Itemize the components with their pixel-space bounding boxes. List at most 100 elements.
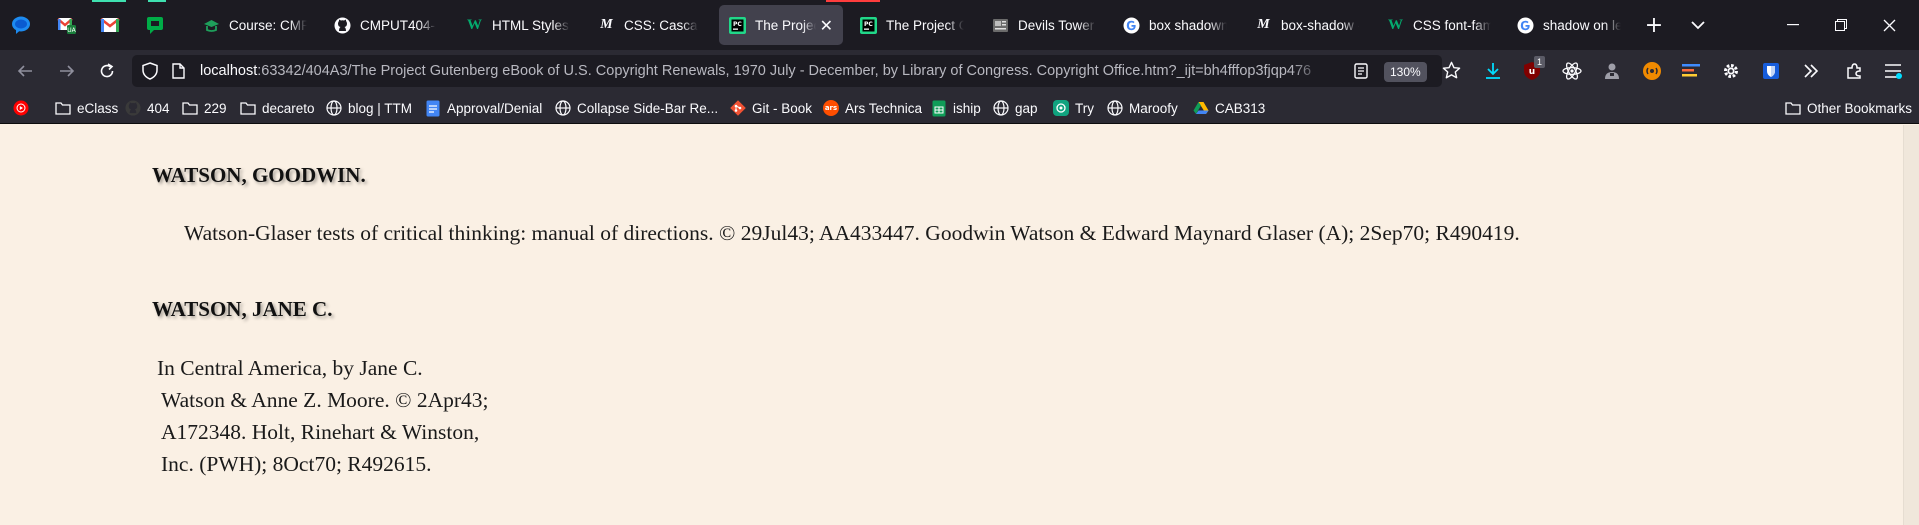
bookmark-star-icon[interactable] <box>1442 61 1461 80</box>
bookmark-decareto[interactable]: decareto <box>240 92 315 124</box>
entry-line: Inc. (PWH); 8Oct70; R492615. <box>161 452 432 476</box>
bookmark-229[interactable]: 229 <box>182 92 227 124</box>
extension-button[interactable] <box>1595 54 1629 88</box>
tab-css-cascading[interactable]: M CSS: Cascading <box>588 5 708 45</box>
tab-box-shadown-google[interactable]: box shadown <box>1113 5 1237 45</box>
radio-orange-icon <box>1642 61 1662 81</box>
tab-shadow-on-letters[interactable]: shadow on let <box>1507 5 1631 45</box>
pinned-tab-gmail-ualberta[interactable]: UA <box>50 0 84 50</box>
minimize-window-button[interactable] <box>1770 0 1816 50</box>
puzzle-icon <box>1845 62 1863 80</box>
bitwarden-button[interactable] <box>1754 54 1788 88</box>
bookmark-iship[interactable]: iship <box>931 92 981 124</box>
address-bar[interactable]: localhost:63342/404A3/The Project Gutenb… <box>132 55 1461 87</box>
bookmark-blog-ttm[interactable]: blog | TTM <box>326 92 412 124</box>
restore-window-button[interactable] <box>1818 0 1864 50</box>
page-info-icon[interactable] <box>172 63 185 79</box>
url-text[interactable]: localhost:63342/404A3/The Project Gutenb… <box>200 55 1325 87</box>
entry-line: Watson & Anne Z. Moore. © 2Apr43; <box>161 388 489 412</box>
globe-icon <box>555 100 571 116</box>
bookmark-label: Approval/Denial <box>447 100 543 116</box>
app-menu-button[interactable] <box>1876 54 1910 88</box>
reload-icon <box>99 63 115 79</box>
bookmarks-toolbar: eClass 404 229 decareto blog | TTM Appro… <box>0 92 1919 124</box>
forward-button[interactable] <box>50 54 84 88</box>
svg-text:UA: UA <box>67 27 76 34</box>
google-icon <box>1123 17 1140 34</box>
pinned-tab-messenger[interactable] <box>4 0 38 50</box>
ars-icon: ars <box>823 100 839 116</box>
close-window-button[interactable] <box>1866 0 1912 50</box>
extensions-button[interactable] <box>1837 54 1871 88</box>
shield-icon[interactable] <box>142 62 158 80</box>
sheets-icon <box>931 100 947 116</box>
pycharm-icon: PC <box>860 16 877 34</box>
vertical-scrollbar[interactable] <box>1903 125 1919 525</box>
chat-icon <box>145 15 165 35</box>
minimize-icon <box>1787 24 1799 26</box>
tab-course-cmput[interactable]: Course: CMPUT <box>193 5 317 45</box>
ublock-origin-button[interactable]: u 1 <box>1515 54 1549 88</box>
extension-orange-button[interactable] <box>1635 54 1669 88</box>
pinned-tab-chat[interactable] <box>138 0 172 50</box>
tab-the-project-gu[interactable]: PC The Project Gu <box>850 5 974 45</box>
tab-html-styles[interactable]: W HTML Styles C <box>456 5 580 45</box>
tab-title: HTML Styles C <box>492 17 570 33</box>
tab-title: CSS font-famil <box>1413 17 1491 33</box>
other-bookmarks-label: Other Bookmarks <box>1807 100 1913 116</box>
shield-blue-icon <box>1762 62 1780 80</box>
tab-title: box-shadow - <box>1281 17 1359 33</box>
extension-badge: 1 <box>1534 56 1546 68</box>
entry-heading: WATSON, JANE C. <box>152 297 333 321</box>
zoom-level-badge[interactable]: 130% <box>1384 62 1427 82</box>
more-tools-button[interactable] <box>1794 54 1828 88</box>
globe-icon <box>326 100 342 116</box>
reload-button[interactable] <box>90 54 124 88</box>
bookmark-git-book[interactable]: Git - Book <box>730 92 812 124</box>
extension-colorbars-button[interactable] <box>1674 54 1708 88</box>
tab-devils-tower[interactable]: Devils Tower N <box>982 5 1106 45</box>
bookmark-label: iship <box>953 100 981 116</box>
gmail-ualberta-icon: UA <box>57 15 77 35</box>
tab-box-shadow-mdn[interactable]: M box-shadow - <box>1245 5 1369 45</box>
folder-icon <box>55 100 71 116</box>
bookmark-try[interactable]: Try <box>1053 92 1094 124</box>
back-button[interactable] <box>8 54 42 88</box>
react-devtools-button[interactable] <box>1555 54 1589 88</box>
mdn-icon: M <box>600 17 613 32</box>
bookmark-approval-denial[interactable]: Approval/Denial <box>425 92 542 124</box>
bookmark-collapse-sidebar[interactable]: Collapse Side-Bar Re... <box>555 92 718 124</box>
git-icon <box>730 100 746 116</box>
folder-icon <box>182 100 198 116</box>
downloads-button[interactable] <box>1476 54 1510 88</box>
tab-title: The Project <box>755 17 816 33</box>
messenger-icon <box>11 15 31 35</box>
bookmark-eclass[interactable]: eClass <box>55 92 118 124</box>
entry-heading: WATSON, GOODWIN. <box>152 163 366 187</box>
settings-extension-button[interactable] <box>1714 54 1748 88</box>
bookmark-404[interactable]: 404 <box>125 92 170 124</box>
pinned-tab-gmail[interactable] <box>93 0 127 50</box>
puzzle-person-icon <box>1603 62 1621 80</box>
github-icon <box>334 17 351 34</box>
bookmark-maroofy[interactable]: Maroofy <box>1107 92 1178 124</box>
list-all-tabs-button[interactable] <box>1684 0 1712 50</box>
reader-view-icon[interactable] <box>1354 63 1368 79</box>
github-icon <box>125 100 141 116</box>
tab-the-project-active[interactable]: PC The Project ✕ <box>719 5 843 45</box>
bookmark-cab313[interactable]: CAB313 <box>1193 92 1265 124</box>
close-tab-icon[interactable]: ✕ <box>820 16 833 35</box>
mdn-icon: M <box>1257 17 1270 32</box>
tab-css-font-family[interactable]: W CSS font-famil <box>1377 5 1501 45</box>
other-bookmarks[interactable]: Other Bookmarks <box>1785 92 1912 124</box>
entry-text: Watson-Glaser tests of critical thinking… <box>184 221 1520 245</box>
bookmark-youtube-music[interactable] <box>13 92 29 124</box>
bookmark-label: CAB313 <box>1215 100 1266 116</box>
tab-audio-indicator <box>826 0 880 2</box>
bookmark-gap[interactable]: gap <box>993 92 1038 124</box>
tab-cmput404-github[interactable]: CMPUT404-as <box>324 5 446 45</box>
new-tab-button[interactable]: + <box>1640 0 1668 50</box>
moodle-icon <box>203 17 220 34</box>
bookmark-ars-technica[interactable]: ars Ars Technica <box>823 92 922 124</box>
youtube-music-icon <box>13 100 29 116</box>
